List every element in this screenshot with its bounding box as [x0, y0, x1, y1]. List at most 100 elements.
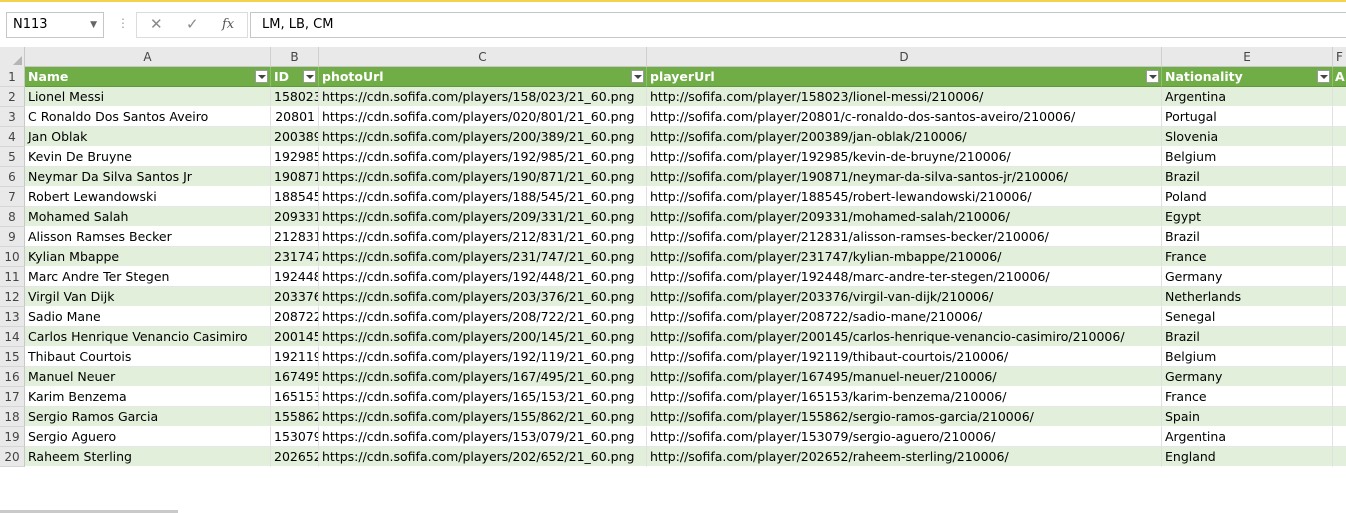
cell-photourl[interactable]: https://cdn.sofifa.com/players/200/145/2… [319, 327, 647, 347]
cell-name[interactable]: Manuel Neuer [25, 367, 271, 387]
cell-photourl[interactable]: https://cdn.sofifa.com/players/212/831/2… [319, 227, 647, 247]
header-cell-photourl[interactable]: photoUrl [319, 67, 647, 87]
row-number[interactable]: 3 [0, 107, 25, 127]
cell-f[interactable] [1333, 347, 1346, 367]
cell-name[interactable]: Jan Oblak [25, 127, 271, 147]
cell-id[interactable]: 153079 [271, 427, 319, 447]
cell-playerurl[interactable]: http://sofifa.com/player/165153/karim-be… [647, 387, 1162, 407]
cell-f[interactable] [1333, 207, 1346, 227]
cell-nationality[interactable]: Poland [1162, 187, 1333, 207]
row-number[interactable]: 20 [0, 447, 25, 467]
cell-nationality[interactable]: Senegal [1162, 307, 1333, 327]
cell-playerurl[interactable]: http://sofifa.com/player/158023/lionel-m… [647, 87, 1162, 107]
cell-f[interactable] [1333, 307, 1346, 327]
enter-icon[interactable]: ✓ [186, 15, 199, 33]
row-number[interactable]: 6 [0, 167, 25, 187]
row-number[interactable]: 15 [0, 347, 25, 367]
cell-f[interactable] [1333, 427, 1346, 447]
cell-nationality[interactable]: Germany [1162, 267, 1333, 287]
cell-f[interactable] [1333, 147, 1346, 167]
cell-f[interactable] [1333, 227, 1346, 247]
row-number[interactable]: 17 [0, 387, 25, 407]
row-number[interactable]: 19 [0, 427, 25, 447]
name-box[interactable]: N113 ▼ [6, 12, 104, 38]
cell-nationality[interactable]: Argentina [1162, 427, 1333, 447]
cell-name[interactable]: Alisson Ramses Becker [25, 227, 271, 247]
cell-playerurl[interactable]: http://sofifa.com/player/20801/c-ronaldo… [647, 107, 1162, 127]
cell-nationality[interactable]: Netherlands [1162, 287, 1333, 307]
cell-id[interactable]: 192119 [271, 347, 319, 367]
cell-playerurl[interactable]: http://sofifa.com/player/208722/sadio-ma… [647, 307, 1162, 327]
cell-photourl[interactable]: https://cdn.sofifa.com/players/167/495/2… [319, 367, 647, 387]
row-number[interactable]: 12 [0, 287, 25, 307]
row-number[interactable]: 14 [0, 327, 25, 347]
cell-photourl[interactable]: https://cdn.sofifa.com/players/153/079/2… [319, 427, 647, 447]
cell-id[interactable]: 200145 [271, 327, 319, 347]
cell-f[interactable] [1333, 407, 1346, 427]
cell-name[interactable]: Karim Benzema [25, 387, 271, 407]
cell-f[interactable] [1333, 387, 1346, 407]
filter-dropdown-icon[interactable] [255, 70, 268, 83]
column-header-d[interactable]: D [647, 47, 1162, 67]
filter-dropdown-icon[interactable] [1146, 70, 1159, 83]
cell-id[interactable]: 203376 [271, 287, 319, 307]
column-header-a[interactable]: A [25, 47, 271, 67]
row-number[interactable]: 18 [0, 407, 25, 427]
cell-photourl[interactable]: https://cdn.sofifa.com/players/202/652/2… [319, 447, 647, 467]
cell-playerurl[interactable]: http://sofifa.com/player/188545/robert-l… [647, 187, 1162, 207]
column-header-c[interactable]: C [319, 47, 647, 67]
cell-playerurl[interactable]: http://sofifa.com/player/167495/manuel-n… [647, 367, 1162, 387]
cell-f[interactable] [1333, 187, 1346, 207]
row-number[interactable]: 8 [0, 207, 25, 227]
row-number[interactable]: 2 [0, 87, 25, 107]
cell-playerurl[interactable]: http://sofifa.com/player/192448/marc-and… [647, 267, 1162, 287]
cell-f[interactable] [1333, 107, 1346, 127]
cell-photourl[interactable]: https://cdn.sofifa.com/players/231/747/2… [319, 247, 647, 267]
cell-playerurl[interactable]: http://sofifa.com/player/200145/carlos-h… [647, 327, 1162, 347]
cell-nationality[interactable]: Brazil [1162, 167, 1333, 187]
cell-f[interactable] [1333, 367, 1346, 387]
cell-name[interactable]: Kevin De Bruyne [25, 147, 271, 167]
cell-name[interactable]: Virgil Van Dijk [25, 287, 271, 307]
cell-f[interactable] [1333, 267, 1346, 287]
header-cell-name[interactable]: Name [25, 67, 271, 87]
filter-dropdown-icon[interactable] [1317, 70, 1330, 83]
cell-photourl[interactable]: https://cdn.sofifa.com/players/155/862/2… [319, 407, 647, 427]
cell-name[interactable]: Carlos Henrique Venancio Casimiro [25, 327, 271, 347]
cell-nationality[interactable]: Germany [1162, 367, 1333, 387]
cell-playerurl[interactable]: http://sofifa.com/player/209331/mohamed-… [647, 207, 1162, 227]
cell-id[interactable]: 200389 [271, 127, 319, 147]
insert-function-icon[interactable]: fx [222, 17, 234, 32]
cell-name[interactable]: Sadio Mane [25, 307, 271, 327]
row-number[interactable]: 9 [0, 227, 25, 247]
header-cell-id[interactable]: ID [271, 67, 319, 87]
header-cell-playerurl[interactable]: playerUrl [647, 67, 1162, 87]
column-header-f[interactable]: F [1333, 47, 1346, 67]
cell-id[interactable]: 190871 [271, 167, 319, 187]
row-number[interactable]: 13 [0, 307, 25, 327]
cell-nationality[interactable]: Spain [1162, 407, 1333, 427]
cell-nationality[interactable]: Belgium [1162, 147, 1333, 167]
header-cell-nationality[interactable]: Nationality [1162, 67, 1333, 87]
cell-f[interactable] [1333, 167, 1346, 187]
row-number[interactable]: 11 [0, 267, 25, 287]
cell-name[interactable]: Kylian Mbappe [25, 247, 271, 267]
cell-photourl[interactable]: https://cdn.sofifa.com/players/200/389/2… [319, 127, 647, 147]
cell-id[interactable]: 231747 [271, 247, 319, 267]
cell-photourl[interactable]: https://cdn.sofifa.com/players/208/722/2… [319, 307, 647, 327]
cell-photourl[interactable]: https://cdn.sofifa.com/players/192/119/2… [319, 347, 647, 367]
cell-photourl[interactable]: https://cdn.sofifa.com/players/209/331/2… [319, 207, 647, 227]
cell-name[interactable]: Thibaut Courtois [25, 347, 271, 367]
cell-photourl[interactable]: https://cdn.sofifa.com/players/158/023/2… [319, 87, 647, 107]
cell-photourl[interactable]: https://cdn.sofifa.com/players/192/448/2… [319, 267, 647, 287]
cell-id[interactable]: 188545 [271, 187, 319, 207]
cell-photourl[interactable]: https://cdn.sofifa.com/players/190/871/2… [319, 167, 647, 187]
header-cell-f[interactable]: A [1333, 67, 1346, 87]
row-number[interactable]: 4 [0, 127, 25, 147]
cell-name[interactable]: C Ronaldo Dos Santos Aveiro [25, 107, 271, 127]
cell-f[interactable] [1333, 247, 1346, 267]
formula-input[interactable]: LM, LB, CM [250, 12, 1346, 38]
cell-playerurl[interactable]: http://sofifa.com/player/200389/jan-obla… [647, 127, 1162, 147]
cell-id[interactable]: 212831 [271, 227, 319, 247]
cell-id[interactable]: 167495 [271, 367, 319, 387]
